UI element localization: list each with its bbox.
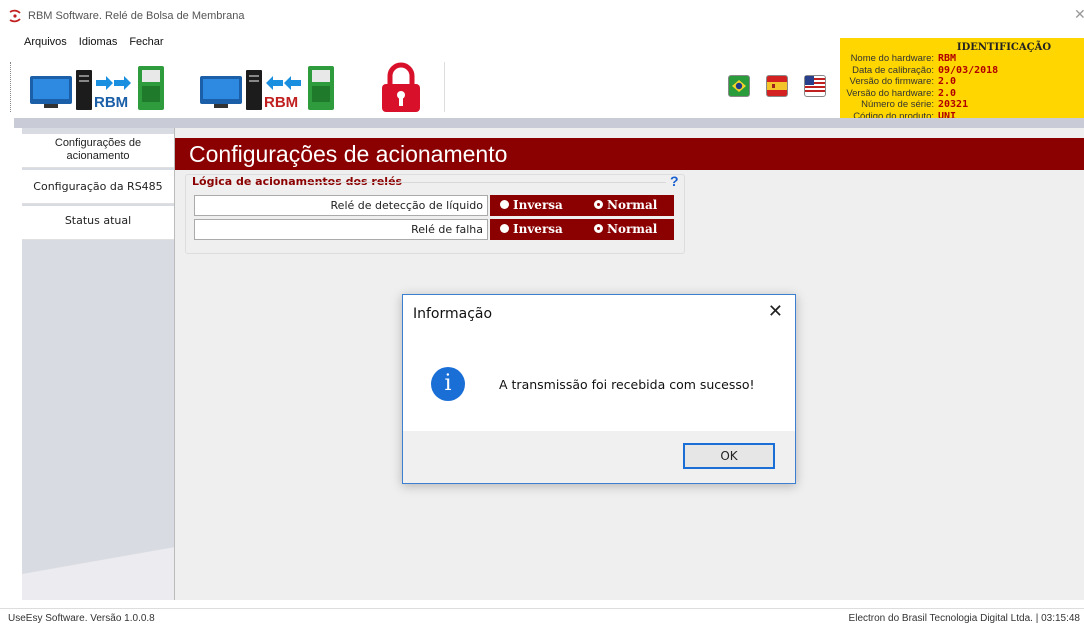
receive-label: RBM	[264, 94, 299, 111]
send-label: RBM	[94, 94, 129, 111]
radio-normal[interactable]: Normal	[594, 195, 657, 216]
toolbar-grip	[10, 62, 11, 112]
ident-row: Versão do firmware: 2.0	[849, 76, 957, 87]
radio-ring-icon	[594, 200, 603, 209]
lock-icon	[382, 62, 420, 112]
status-bar: UseEsy Software. Versão 1.0.0.8 Electron…	[0, 608, 1084, 626]
relay-row-liquid: Relé de detecção de líquido Inversa Norm…	[194, 195, 674, 216]
sidebar-item-rs485[interactable]: Configuração da RS485	[22, 170, 174, 204]
radio-normal[interactable]: Normal	[594, 219, 657, 240]
help-icon[interactable]: ?	[670, 173, 679, 189]
relay-label: Relé de falha	[194, 219, 488, 240]
sidebar: Configurações de acionamento Configuraçã…	[22, 128, 174, 600]
sidebar-item-status[interactable]: Status atual	[22, 206, 174, 240]
info-icon: i	[431, 367, 465, 401]
sidebar-item-label: Configuração da RS485	[33, 180, 163, 193]
menu-fechar[interactable]: Fechar	[129, 36, 163, 56]
ident-row: Versão do hardware: 2.0	[846, 87, 957, 99]
dialog-message: A transmissão foi recebida com sucesso!	[499, 377, 755, 392]
send-to-device-button[interactable]: RBM	[24, 60, 182, 114]
group-divider	[306, 182, 666, 183]
app-logo-icon	[9, 9, 21, 23]
info-dialog: Informação ✕ i A transmissão foi recebid…	[402, 294, 796, 484]
flag-brazil-icon[interactable]	[728, 75, 750, 97]
toolbar-separator	[444, 62, 445, 112]
page-title: Configurações de acionamento	[175, 138, 1084, 170]
relay-options: Inversa Normal	[490, 219, 674, 240]
menu-idiomas[interactable]: Idiomas	[79, 36, 118, 56]
relay-label: Relé de detecção de líquido	[194, 195, 488, 216]
flag-spain-icon[interactable]	[766, 75, 788, 97]
receive-from-device-button[interactable]: RBM	[194, 60, 352, 114]
radio-ring-icon	[594, 224, 603, 233]
lock-button[interactable]	[366, 60, 436, 114]
ident-row: Número de série: 20321	[861, 99, 969, 110]
window-title: RBM Software. Relé de Bolsa de Membrana	[28, 10, 245, 22]
relay-options: Inversa Normal	[490, 195, 674, 216]
ident-row: Nome do hardware: RBM	[850, 53, 957, 64]
toolbar: RBM RBM	[10, 58, 840, 116]
radio-inversa[interactable]: Inversa	[500, 219, 563, 240]
radio-selected-icon	[500, 224, 509, 233]
sidebar-item-label: Configurações de acionamento	[54, 137, 142, 162]
title-bar: RBM Software. Relé de Bolsa de Membrana …	[0, 0, 1084, 32]
flag-usa-icon[interactable]	[804, 75, 826, 97]
relay-row-fault: Relé de falha Inversa Normal	[194, 219, 674, 240]
menu-arquivos[interactable]: Arquivos	[24, 36, 67, 56]
menu-bar: Arquivos Idiomas Fechar	[0, 36, 840, 56]
radio-inversa[interactable]: Inversa	[500, 195, 563, 216]
dialog-footer: OK	[403, 431, 795, 483]
dialog-title: Informação	[413, 306, 493, 322]
sidebar-item-label: Status atual	[64, 214, 132, 227]
ident-row: Data de calibração: 09/03/2018	[852, 64, 999, 76]
ok-button[interactable]: OK	[683, 443, 775, 469]
sidebar-item-configuracoes[interactable]: Configurações de acionamento	[22, 134, 174, 168]
dialog-close-icon[interactable]: ✕	[768, 301, 783, 322]
relay-logic-group: Lógica de acionamentos dos relés ? Relé …	[185, 173, 685, 254]
company-clock-text: Electron do Brasil Tecnologia Digital Lt…	[848, 613, 1080, 624]
content-top-border	[14, 118, 1084, 128]
identification-header: IDENTIFICAÇÃO	[956, 42, 1052, 53]
version-text: UseEsy Software. Versão 1.0.0.8	[8, 613, 155, 624]
radio-selected-icon	[500, 200, 509, 209]
window-close-icon[interactable]: ✕	[1074, 6, 1084, 23]
